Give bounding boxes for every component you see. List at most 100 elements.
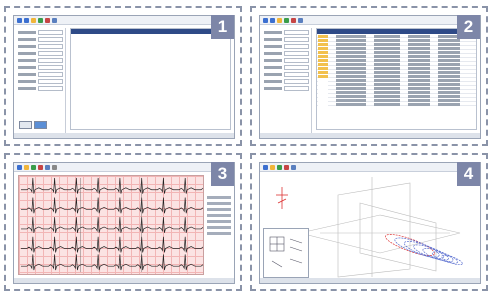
ecg-lead-trace — [20, 197, 218, 214]
panel-4: 4 — [250, 153, 488, 291]
print-icon[interactable] — [38, 164, 43, 170]
form-field[interactable] — [284, 30, 309, 35]
status-bar — [260, 133, 480, 138]
form-field[interactable] — [284, 65, 309, 70]
save-icon[interactable] — [31, 164, 36, 170]
form-field[interactable] — [284, 79, 309, 84]
status-bar — [260, 278, 480, 283]
save-icon[interactable] — [277, 164, 282, 170]
folder-icon[interactable] — [277, 17, 282, 23]
panel-number-badge: 4 — [457, 162, 480, 186]
settings-icon[interactable] — [52, 164, 57, 170]
ecg-lead-trace — [20, 236, 218, 253]
form-field[interactable] — [38, 72, 63, 77]
orientation-cube-icon — [269, 236, 303, 268]
form-field[interactable] — [284, 37, 309, 42]
lead-info-panel — [207, 193, 231, 253]
form-field[interactable] — [284, 44, 309, 49]
list-item[interactable] — [317, 74, 476, 78]
print-icon[interactable] — [291, 17, 296, 23]
record-button[interactable] — [34, 121, 47, 129]
ecg-lead-trace — [20, 177, 218, 194]
form-field[interactable] — [38, 58, 63, 63]
list-item[interactable] — [317, 38, 476, 42]
rotate-icon[interactable] — [291, 164, 296, 170]
toolbar — [260, 163, 480, 172]
list-item[interactable] — [317, 66, 476, 70]
ok-button[interactable] — [19, 121, 32, 129]
ecg-window — [13, 162, 235, 284]
form-field[interactable] — [38, 65, 63, 70]
vector-loop — [394, 237, 440, 258]
list-item[interactable] — [317, 34, 476, 38]
back-icon[interactable] — [17, 17, 22, 23]
status-bar — [14, 133, 234, 138]
form-field[interactable] — [38, 79, 63, 84]
list-item[interactable] — [317, 54, 476, 58]
list-item[interactable] — [317, 94, 476, 98]
vector-3d-window — [259, 162, 481, 284]
form-field[interactable] — [38, 51, 63, 56]
list-item[interactable] — [317, 82, 476, 86]
list-item[interactable] — [317, 86, 476, 90]
list-item[interactable] — [317, 62, 476, 66]
search-icon[interactable] — [298, 17, 303, 23]
list-item[interactable] — [317, 102, 476, 106]
open-icon[interactable] — [17, 164, 22, 170]
form-field[interactable] — [284, 51, 309, 56]
search-icon[interactable] — [52, 17, 57, 23]
form-field[interactable] — [38, 30, 63, 35]
folder-icon[interactable] — [270, 164, 275, 170]
back-icon[interactable] — [263, 17, 268, 23]
folder-icon[interactable] — [31, 17, 36, 23]
orientation-cube-panel[interactable] — [263, 228, 309, 278]
vector-loop — [422, 248, 454, 262]
app-window — [13, 15, 235, 139]
app-window — [259, 15, 481, 139]
panel-number-badge: 2 — [457, 15, 480, 39]
save-icon[interactable] — [38, 17, 43, 23]
panel-number-badge: 3 — [211, 162, 234, 186]
reference-planes — [299, 177, 461, 278]
form-field[interactable] — [38, 44, 63, 49]
panel-3: 3 — [4, 153, 242, 291]
list-item[interactable] — [317, 50, 476, 54]
list-item[interactable] — [317, 46, 476, 50]
form-field[interactable] — [38, 86, 63, 91]
list-item[interactable] — [317, 70, 476, 74]
ecg-lead-trace — [20, 254, 218, 271]
patient-form — [16, 28, 66, 135]
open-icon[interactable] — [263, 164, 268, 170]
record-list — [316, 28, 477, 130]
ecg-grid — [18, 175, 218, 275]
save-icon[interactable] — [284, 17, 289, 23]
axis-indicator — [276, 187, 288, 209]
print-icon[interactable] — [284, 164, 289, 170]
form-field[interactable] — [284, 72, 309, 77]
print-icon[interactable] — [45, 17, 50, 23]
forward-icon[interactable] — [270, 17, 275, 23]
ecg-lead-trace — [20, 217, 218, 233]
toolbar — [14, 16, 234, 25]
feature-screenshot-grid: 1 2 3 4 — [0, 0, 491, 293]
list-item[interactable] — [317, 42, 476, 46]
list-item[interactable] — [317, 90, 476, 94]
ecg-traces — [20, 177, 218, 273]
record-list-empty — [70, 28, 231, 130]
list-item[interactable] — [317, 78, 476, 82]
list-header — [71, 29, 230, 34]
form-field[interactable] — [284, 58, 309, 63]
status-bar — [14, 278, 234, 283]
toolbar — [260, 16, 480, 25]
panel-number-badge: 1 — [211, 15, 234, 39]
toolbar — [14, 163, 234, 172]
panel-1: 1 — [4, 6, 242, 146]
folder-icon[interactable] — [24, 164, 29, 170]
list-item[interactable] — [317, 58, 476, 62]
forward-icon[interactable] — [24, 17, 29, 23]
list-item[interactable] — [317, 98, 476, 102]
patient-form — [262, 28, 312, 135]
form-field[interactable] — [284, 86, 309, 91]
zoom-icon[interactable] — [45, 164, 50, 170]
form-field[interactable] — [38, 37, 63, 42]
